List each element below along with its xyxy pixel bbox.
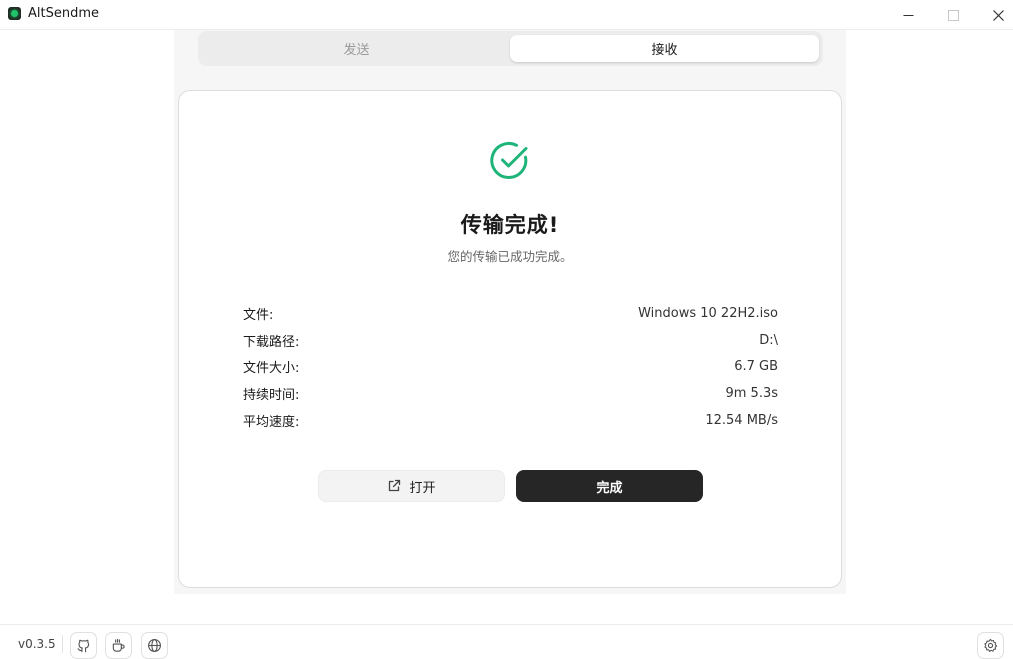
coffee-button[interactable] [105,632,132,659]
settings-icon [984,638,998,652]
window-title: AltSendme [28,6,100,21]
detail-label: 文件大小: [243,360,300,376]
tab-send[interactable]: 发送 [202,35,511,62]
version-label: v0.3.5 [18,637,56,651]
detail-value: Windows 10 22H2.iso [638,305,778,321]
settings-button[interactable] [977,632,1004,659]
footer-bar: v0.3.5 [0,624,1013,659]
detail-value: 12.54 MB/s [705,412,778,428]
open-button-label: 打开 [409,480,436,496]
external-link-icon [389,479,401,492]
detail-row-file: 文件: Windows 10 22H2.iso [243,303,778,323]
minimize-icon [903,14,913,16]
globe-icon [148,639,161,652]
maximize-icon [947,9,959,21]
detail-label: 下载路径: [243,334,300,350]
website-button[interactable] [141,632,168,659]
result-subtitle: 您的传输已成功完成。 [447,249,573,264]
result-title: 传输完成! [460,213,560,237]
detail-row-speed: 平均速度: 12.54 MB/s [243,410,778,430]
detail-row-duration: 持续时间: 9m 5.3s [243,383,778,403]
detail-value: 6.7 GB [734,358,778,374]
open-button[interactable]: 打开 [318,470,505,502]
detail-row-path: 下载路径: D:\ [243,330,778,350]
minimize-button[interactable] [885,0,931,30]
close-button[interactable] [975,0,1013,30]
result-card: 传输完成! 您的传输已成功完成。 文件: Windows 10 22H2.iso… [178,90,842,588]
detail-label: 持续时间: [243,387,300,403]
check-circle-icon [490,142,528,179]
github-icon [77,639,90,653]
detail-label: 平均速度: [243,414,300,430]
detail-value: D:\ [759,332,778,348]
maximize-button[interactable] [930,0,976,30]
tab-receive[interactable]: 接收 [510,35,819,62]
coffee-icon [112,638,125,652]
detail-value: 9m 5.3s [725,385,778,401]
footer-divider [62,635,63,653]
title-bar: AltSendme [0,0,1013,30]
detail-row-size: 文件大小: 6.7 GB [243,356,778,376]
done-button[interactable]: 完成 [516,470,703,502]
app-logo-icon [8,7,21,20]
detail-label: 文件: [243,307,274,323]
github-button[interactable] [70,632,97,659]
mode-tabs: 发送 接收 [198,31,823,66]
close-icon [992,9,1004,21]
